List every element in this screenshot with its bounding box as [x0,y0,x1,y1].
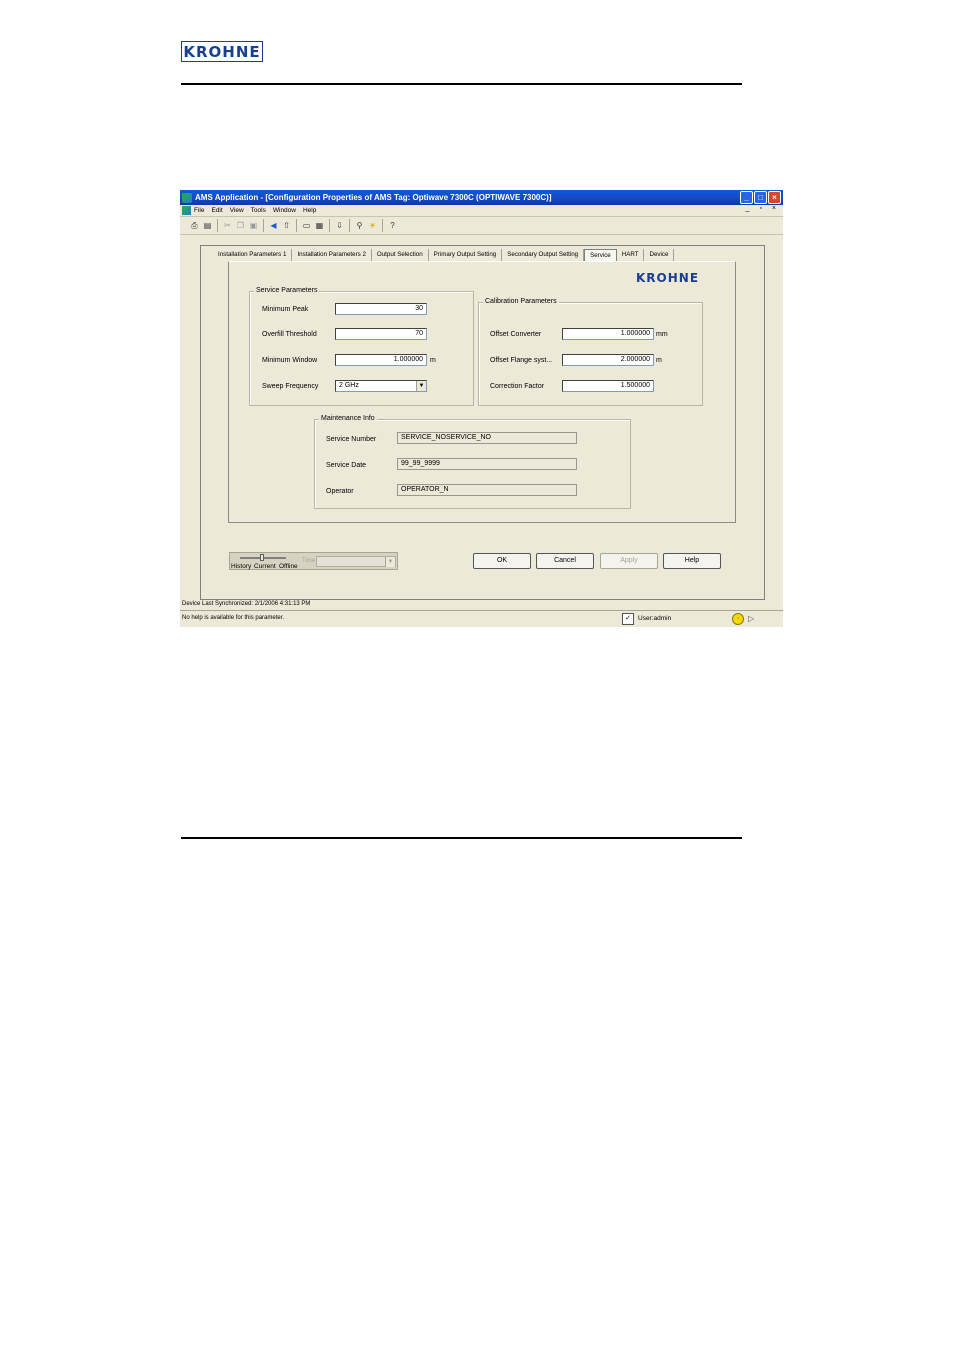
help-message: No help is available for this parameter. [182,615,285,621]
close-button[interactable]: × [768,191,781,204]
history-control: History Current Offline Time ▼ [229,552,398,570]
user-icon: ✓ [622,613,634,625]
grid-icon[interactable]: ▦ [314,220,325,231]
time-label: Time [302,558,316,564]
menu-file[interactable]: File [194,207,204,214]
find-icon[interactable]: ⚲ [354,220,365,231]
menu-window[interactable]: Window [273,207,296,214]
sweep-frequency-select[interactable]: 2 GHz ▼ [335,380,427,392]
chevron-down-icon[interactable]: ▼ [385,557,395,567]
tab-strip: Installation Parameters 1 Installation P… [213,249,675,261]
service-date-label: Service Date [326,462,367,469]
tab-hart[interactable]: HART [617,249,645,261]
minimum-peak-field[interactable]: 30 [335,303,427,315]
minimum-window-field[interactable]: 1.000000 [335,354,427,366]
cut-icon[interactable]: ✂ [222,220,233,231]
history-label: History [231,563,252,570]
service-date-field[interactable]: 99_99_9999 [397,458,577,470]
help-icon[interactable]: ? [387,220,398,231]
current-label: Current [254,563,276,570]
operator-field[interactable]: OPERATOR_N [397,484,577,496]
sync-status: Device Last Synchronized: 2/1/2006 4:31:… [182,601,311,607]
toolbar-separator [329,219,330,232]
overfill-threshold-label: Overfill Threshold [262,331,317,338]
help-button[interactable]: Help [663,553,721,569]
toolbar-separator [382,219,383,232]
application-window: AMS Application - [Configuration Propert… [180,190,783,627]
menu-tools[interactable]: Tools [251,207,266,214]
history-slider-thumb[interactable] [260,554,264,561]
mdi-controls[interactable]: _ ▫ × [746,205,780,212]
ok-button[interactable]: OK [473,553,531,569]
group-title: Calibration Parameters [483,298,559,305]
window-title: AMS Application - [Configuration Propert… [195,193,552,202]
correction-factor-label: Correction Factor [490,383,545,390]
user-status: User:admin [638,615,672,622]
offset-flange-field[interactable]: 2.000000 [562,354,654,366]
menu-view[interactable]: View [230,207,244,214]
back-icon[interactable]: ◀ [268,220,279,231]
tab-primary-output-setting[interactable]: Primary Output Setting [429,249,503,261]
operator-label: Operator [326,488,354,495]
minimum-peak-label: Minimum Peak [262,306,309,313]
maximize-button[interactable]: □ [754,191,767,204]
status-bar: No help is available for this parameter.… [180,610,783,627]
service-number-field[interactable]: SERVICE_NOSERVICE_NO [397,432,577,444]
menu-help[interactable]: Help [303,207,316,214]
tab-installation-parameters-2[interactable]: Installation Parameters 2 [292,249,372,261]
overfill-threshold-field[interactable]: 70 [335,328,427,340]
offset-converter-label: Offset Converter [490,331,542,338]
group-title: Service Parameters [254,287,320,294]
tab-output-selection[interactable]: Output Selection [372,249,429,261]
toolbar: ⎙ ▤ ✂ ❐ ▣ ◀ ⇧ ▭ ▦ ⇩ ⚲ ☀ ? [180,217,783,235]
apply-button[interactable]: Apply [600,553,658,569]
print-preview-icon[interactable]: ▤ [202,220,213,231]
toolbar-separator [296,219,297,232]
time-select[interactable]: ▼ [316,556,396,567]
app-icon [182,192,192,203]
menu-bar: File Edit View Tools Window Help _ ▫ × [180,205,783,217]
minimum-window-unit: m [430,357,436,364]
arrow-icon: ▷ [748,614,755,623]
offset-converter-field[interactable]: 1.000000 [562,328,654,340]
minimize-button[interactable]: _ [740,191,753,204]
offset-flange-unit: m [656,357,662,364]
minimum-window-label: Minimum Window [262,357,318,364]
offline-label: Offline [279,563,298,570]
cancel-button[interactable]: Cancel [536,553,594,569]
krohne-logo: KROHNE [181,41,263,62]
sweep-frequency-value: 2 GHz [339,382,359,389]
correction-factor-field[interactable]: 1.500000 [562,380,654,392]
tab-device[interactable]: Device [644,249,675,261]
service-number-label: Service Number [326,436,377,443]
footer-rule [181,837,742,839]
paste-icon[interactable]: ▣ [248,220,259,231]
print-icon[interactable]: ⎙ [189,220,200,231]
download-icon[interactable]: ⇩ [334,220,345,231]
clock-icon: · [732,613,744,625]
menu-edit[interactable]: Edit [211,207,222,214]
toolbar-separator [217,219,218,232]
sweep-frequency-label: Sweep Frequency [262,383,319,390]
document-icon [182,206,191,215]
group-title: Maintenance Info [319,415,377,422]
offset-flange-label: Offset Flange syst... [490,357,553,364]
krohne-brand-logo: KROHNE [636,271,700,285]
chevron-down-icon[interactable]: ▼ [416,381,426,391]
toolbar-separator [349,219,350,232]
tab-installation-parameters-1[interactable]: Installation Parameters 1 [213,249,293,261]
sun-icon[interactable]: ☀ [367,220,378,231]
copy-icon[interactable]: ❐ [235,220,246,231]
tab-secondary-output-setting[interactable]: Secondary Output Setting [502,249,585,261]
header-rule [181,83,742,85]
view-icon[interactable]: ▭ [301,220,312,231]
title-bar: AMS Application - [Configuration Propert… [180,190,783,205]
offset-converter-unit: mm [656,331,668,338]
toolbar-separator [263,219,264,232]
up-icon[interactable]: ⇧ [281,220,292,231]
tab-service[interactable]: Service [584,249,617,261]
